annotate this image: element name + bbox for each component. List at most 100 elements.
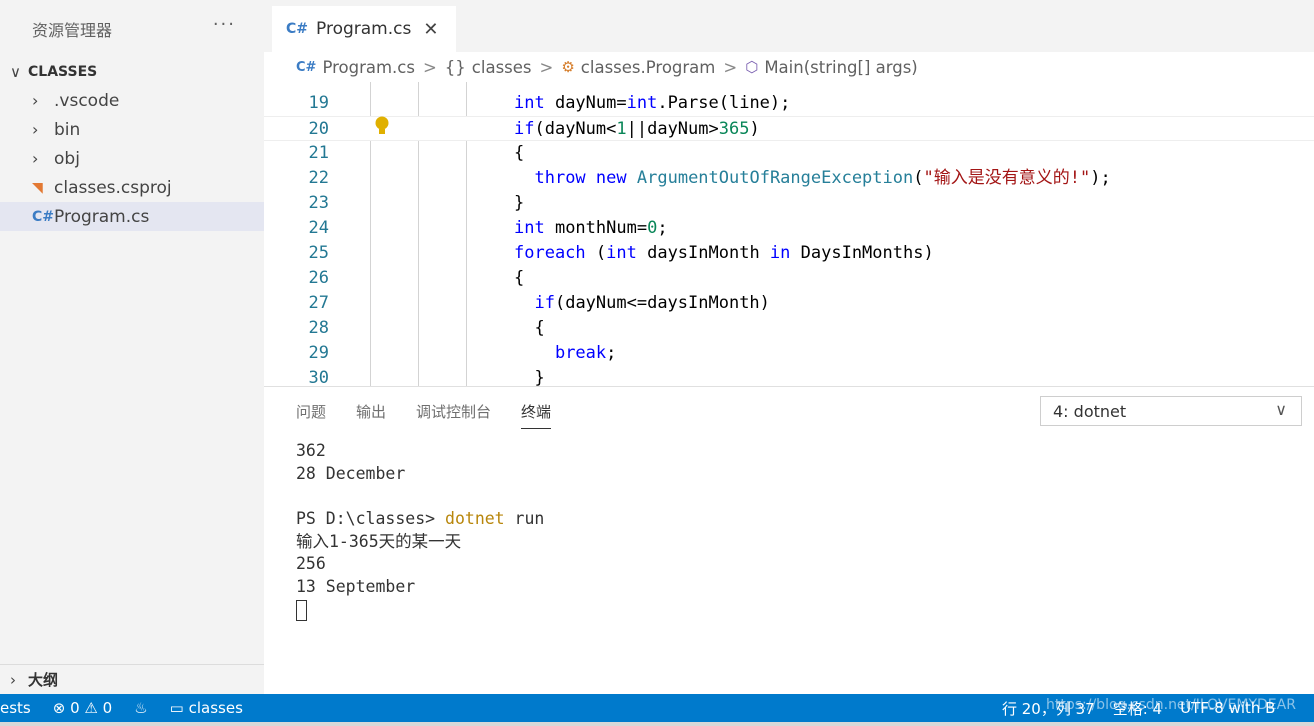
tree-item-label: bin — [54, 119, 81, 140]
line-number: 29 — [308, 343, 329, 363]
tree-item-bin[interactable]: › bin — [0, 115, 264, 144]
code-line: 27 if(dayNum<=daysInMonth) — [264, 291, 1314, 316]
more-actions-icon[interactable]: ··· — [213, 14, 236, 35]
breadcrumb-file[interactable]: Program.cs — [322, 58, 415, 77]
workspace-section-header[interactable]: ∨ CLASSES — [0, 58, 264, 86]
code-text: { — [514, 143, 525, 163]
line-number: 20 — [308, 119, 329, 139]
line-number: 23 — [308, 193, 329, 213]
terminal-prompt: PS D:\classes> — [296, 509, 446, 529]
taskbar-strip — [0, 722, 1314, 726]
terminal-line: 输入1-365天的某一天 — [296, 531, 462, 551]
code-text: if(dayNum<1||dayNum>365) — [514, 119, 760, 139]
csharp-file-icon: C# — [32, 208, 55, 225]
breadcrumb-method[interactable]: Main(string[] args) — [764, 58, 917, 77]
code-line: 24 int monthNum=0; — [264, 216, 1314, 241]
error-count: ⊗ 0 — [52, 699, 80, 717]
line-number: 24 — [308, 218, 329, 238]
terminal-line: 13 September — [296, 577, 416, 597]
chevron-right-icon: › — [32, 91, 39, 110]
rss-file-icon: ◥ — [32, 179, 43, 196]
line-number: 27 — [308, 293, 329, 313]
workspace-section-label: CLASSES — [28, 64, 98, 80]
terminal-line: 362 — [296, 441, 326, 460]
lightbulb-icon[interactable] — [375, 116, 389, 138]
flame-icon[interactable]: ♨ — [134, 699, 147, 717]
terminal-select-value: 4: dotnet — [1053, 401, 1127, 421]
close-icon[interactable]: ✕ — [423, 19, 438, 40]
csharp-file-icon: C# — [296, 59, 317, 75]
line-number: 22 — [308, 168, 329, 188]
tree-item-label: classes.csproj — [54, 177, 172, 198]
tree-item-label: obj — [54, 148, 80, 169]
class-icon: ⚙ — [561, 58, 575, 76]
tab-problems[interactable]: 问题 — [296, 401, 326, 429]
chevron-down-icon: ∨ — [10, 63, 21, 81]
bottom-panel: 问题 输出 调试控制台 终端 4: dotnet ∨ 362 28 Decemb… — [264, 386, 1314, 694]
status-project[interactable]: ▭ classes — [170, 699, 243, 717]
terminal-line: 28 December — [296, 463, 406, 483]
line-number: 26 — [308, 268, 329, 288]
code-line: 21 { — [264, 141, 1314, 166]
code-line: 23 } — [264, 191, 1314, 216]
tree-item-obj[interactable]: › obj — [0, 144, 264, 173]
editor-tab-bar: C# Program.cs ✕ — [264, 0, 1314, 52]
method-cube-icon: ⬡ — [745, 58, 759, 76]
tab-program-cs[interactable]: C# Program.cs ✕ — [272, 6, 456, 52]
code-line: 22 throw new ArgumentOutOfRangeException… — [264, 166, 1314, 191]
warning-count: ⚠ 0 — [84, 699, 113, 717]
code-line: 19 int dayNum=int.Parse(line); — [264, 91, 1314, 116]
code-text: throw new ArgumentOutOfRangeException("输… — [534, 168, 1111, 188]
status-problems[interactable]: ⊗ 0 ⚠ 0 — [53, 699, 112, 717]
breadcrumb-namespace[interactable]: classes — [472, 58, 532, 77]
breadcrumb: C# Program.cs > {} classes > ⚙ classes.P… — [264, 52, 1314, 82]
tab-label: Program.cs — [316, 19, 412, 39]
terminal-line: 256 — [296, 554, 326, 574]
code-text: } — [514, 193, 525, 213]
tree-item-vscode[interactable]: › .vscode — [0, 86, 264, 115]
status-bar-left: ests ⊗ 0 ⚠ 0 ♨ ▭ classes — [0, 694, 243, 722]
line-number: 21 — [308, 143, 329, 163]
status-item-tests[interactable]: ests — [0, 699, 31, 717]
line-number: 25 — [308, 243, 329, 263]
terminal-select[interactable]: 4: dotnet ∨ — [1040, 396, 1302, 426]
chevron-right-icon: > — [422, 57, 437, 77]
terminal-prompt-line: PS D:\classes> dotnet run — [296, 508, 544, 531]
terminal-command: dotnet — [445, 509, 505, 529]
tab-debug-console[interactable]: 调试控制台 — [416, 401, 491, 429]
explorer-header: 资源管理器 ··· — [0, 0, 264, 58]
line-number: 19 — [308, 93, 329, 113]
explorer-title: 资源管理器 — [32, 21, 113, 40]
tab-output[interactable]: 输出 — [356, 401, 386, 429]
code-text: { — [514, 268, 525, 288]
code-text: foreach (int daysInMonth in DaysInMonths… — [514, 243, 934, 263]
tree-item-program-cs[interactable]: C# Program.cs — [0, 202, 264, 231]
code-line: 26 { — [264, 266, 1314, 291]
breadcrumb-class[interactable]: classes.Program — [581, 58, 716, 77]
code-line: 30 } — [264, 366, 1314, 386]
explorer-sidebar: 资源管理器 ··· ∨ CLASSES › .vscode › bin › ob… — [0, 0, 264, 694]
watermark: https://blog.csdn.net/ILOVEMYDEAR — [1046, 697, 1296, 713]
csharp-file-icon: C# — [286, 21, 309, 37]
tab-terminal[interactable]: 终端 — [521, 401, 552, 429]
code-line-current: 20 if(dayNum<1||dayNum>365) — [264, 116, 1314, 141]
code-editor[interactable]: 18 string line =Console.ReadLine(); 19 i… — [264, 66, 1314, 386]
outline-section-header[interactable]: › 大纲 — [0, 664, 264, 694]
line-number: 30 — [308, 368, 329, 386]
folder-icon: ▭ — [169, 699, 184, 717]
code-line: 28 { — [264, 316, 1314, 341]
tree-item-label: Program.cs — [54, 206, 150, 227]
outline-label: 大纲 — [28, 671, 59, 689]
terminal-cursor — [296, 599, 307, 621]
tree-item-csproj[interactable]: ◥ classes.csproj — [0, 173, 264, 202]
code-text: int dayNum=int.Parse(line); — [514, 93, 791, 113]
code-text: break; — [554, 343, 617, 363]
line-number: 28 — [308, 318, 329, 338]
code-line: 29 break; — [264, 341, 1314, 366]
code-text: } — [514, 368, 545, 386]
chevron-right-icon: › — [10, 670, 16, 689]
chevron-right-icon: > — [539, 57, 554, 77]
terminal-output[interactable]: 362 28 December PS D:\classes> dotnet ru… — [296, 440, 544, 622]
code-line: 25 foreach (int daysInMonth in DaysInMon… — [264, 241, 1314, 266]
